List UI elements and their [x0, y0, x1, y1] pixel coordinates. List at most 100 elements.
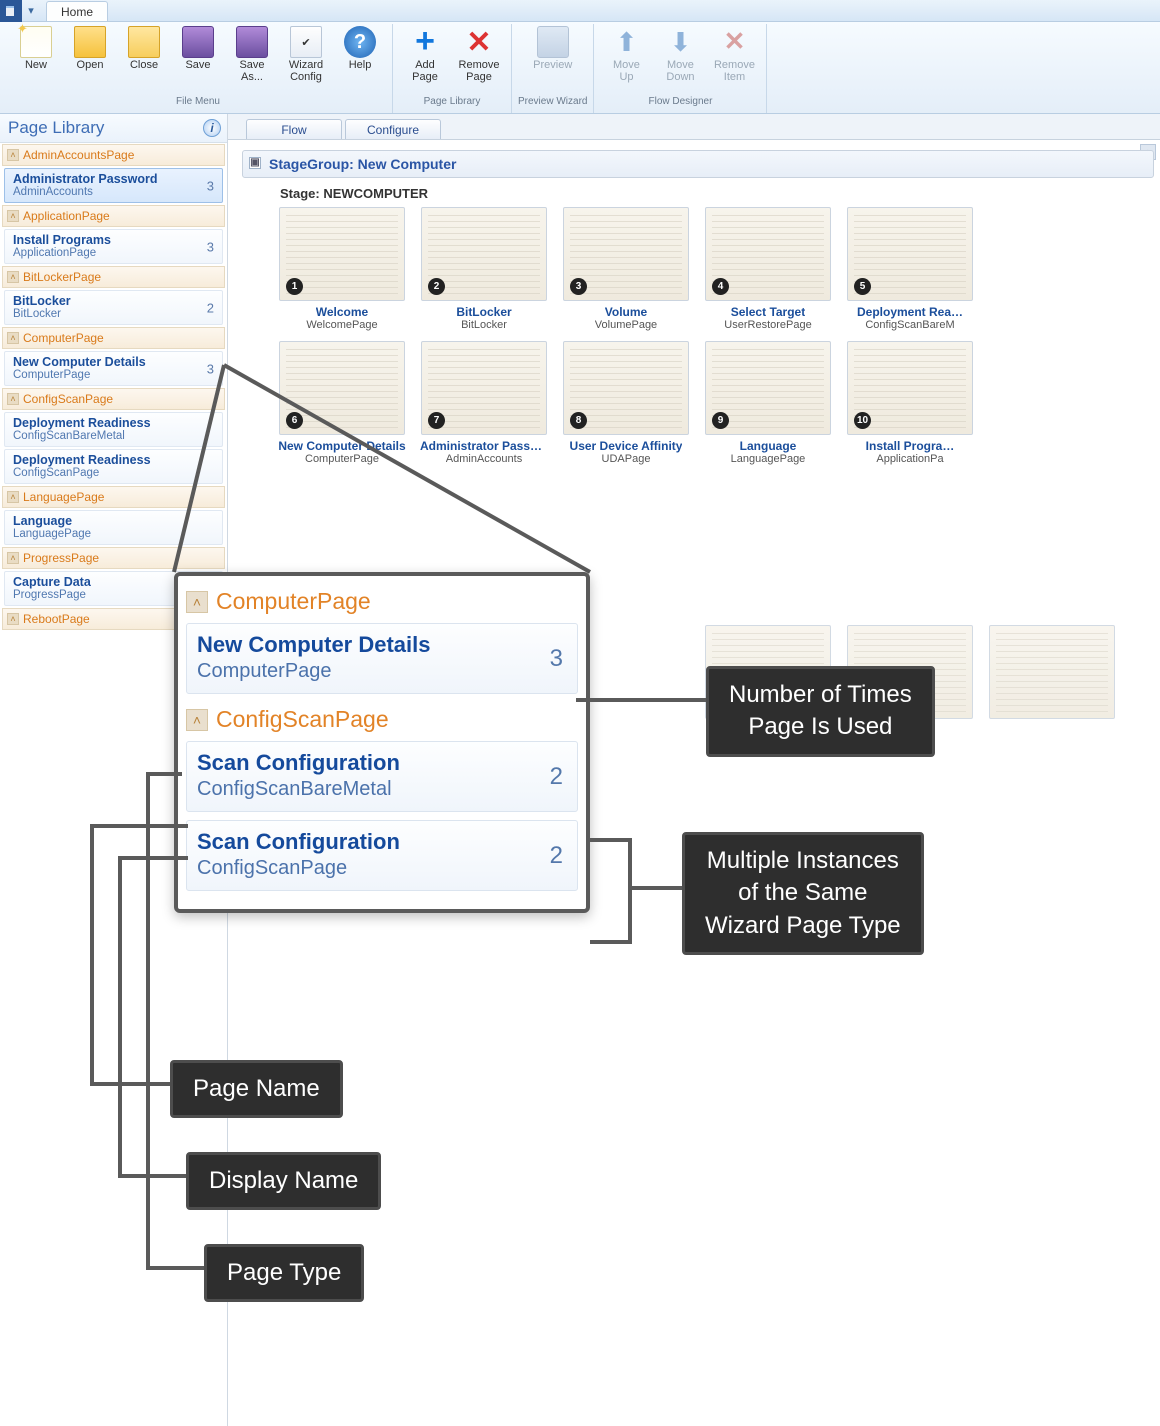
zoom-item-newcomputer[interactable]: New Computer Details ComputerPage 3: [186, 623, 578, 694]
ribbon-button-label: Help: [349, 60, 372, 72]
ribbon-group: +Add Page✕Remove PagePage Library: [393, 24, 512, 113]
sidebar-item-title: New Computer Details: [13, 355, 216, 369]
page-card[interactable]: 10Install Progra…ApplicationPa: [846, 341, 974, 465]
close-button[interactable]: Close: [118, 24, 170, 72]
move-up-button[interactable]: ⬆Move Up: [600, 24, 652, 83]
chevron-up-icon: ˄: [7, 271, 19, 283]
zoom-item-sub: ConfigScanPage: [197, 857, 567, 880]
page-card[interactable]: 6New Computer DetailsComputerPage: [278, 341, 406, 465]
page-number-badge: 3: [570, 278, 587, 295]
page-card[interactable]: 2BitLockerBitLocker: [420, 207, 548, 331]
zoom-item-sub: ComputerPage: [197, 660, 567, 683]
sidebar-group-header[interactable]: ˄AdminAccountsPage: [2, 144, 225, 166]
page-thumbnail[interactable]: 7: [421, 341, 547, 435]
sidebar-group-header[interactable]: ˄ ComputerPage: [2, 327, 225, 349]
page-number-badge: 5: [854, 278, 871, 295]
page-card-title: BitLocker: [456, 305, 511, 319]
sidebar-item[interactable]: New Computer DetailsComputerPage3: [4, 351, 223, 386]
help-button[interactable]: ?Help: [334, 24, 386, 72]
ribbon-group-label: File Menu: [176, 96, 220, 111]
page-card[interactable]: 3VolumeVolumePage: [562, 207, 690, 331]
page-card[interactable]: 4Select TargetUserRestorePage: [704, 207, 832, 331]
ribbon-button-label: Remove Item: [714, 60, 755, 83]
page-card-sub: ApplicationPa: [876, 453, 943, 465]
zoom-panel: ˄ ComputerPage New Computer Details Comp…: [174, 572, 590, 913]
page-card[interactable]: 7Administrator Passw…AdminAccounts: [420, 341, 548, 465]
stagegroup-header[interactable]: ▣ StageGroup: New Computer: [242, 150, 1154, 178]
page-thumbnail[interactable]: [989, 625, 1115, 719]
subtab-bar: Flow Configure: [228, 114, 1160, 140]
sidebar-group-label: ComputerPage: [23, 331, 104, 345]
quick-access-dropdown[interactable]: ▾: [22, 4, 40, 17]
page-card[interactable]: 1WelcomeWelcomePage: [278, 207, 406, 331]
sidebar-item-count: 3: [207, 239, 214, 254]
sidebar-group-label: ProgressPage: [23, 551, 99, 565]
sidebar-item[interactable]: Install ProgramsApplicationPage3: [4, 229, 223, 264]
new-button[interactable]: New: [10, 24, 62, 72]
add-page-button[interactable]: +Add Page: [399, 24, 451, 83]
chevron-up-icon: ˄: [7, 332, 19, 344]
sidebar-item-count: 3: [207, 178, 214, 193]
preview-button[interactable]: Preview: [527, 24, 579, 72]
ribbon: NewOpenCloseSaveSave As...✔Wizard Config…: [0, 22, 1160, 114]
thumb-row-1: 1WelcomeWelcomePage2BitLockerBitLocker3V…: [242, 207, 1160, 331]
ribbon-button-label: Move Down: [666, 60, 694, 83]
page-thumbnail[interactable]: 8: [563, 341, 689, 435]
sidebar-item[interactable]: Deployment ReadinessConfigScanPage: [4, 449, 223, 484]
page-card-title: New Computer Details: [278, 439, 405, 453]
page-thumbnail[interactable]: 10: [847, 341, 973, 435]
page-thumbnail[interactable]: 9: [705, 341, 831, 435]
tab-flow[interactable]: Flow: [246, 119, 342, 139]
stagegroup-label: StageGroup: New Computer: [269, 156, 456, 172]
sidebar-item[interactable]: LanguageLanguagePage: [4, 510, 223, 545]
sidebar-item-sub: BitLocker: [13, 308, 216, 320]
page-thumbnail[interactable]: 4: [705, 207, 831, 301]
page-card-title: Select Target: [731, 305, 805, 319]
tab-configure[interactable]: Configure: [345, 119, 441, 139]
page-card[interactable]: 9LanguageLanguagePage: [704, 341, 832, 465]
page-card-sub: UDAPage: [602, 453, 651, 465]
page-thumbnail[interactable]: 5: [847, 207, 973, 301]
zoom-item-sub: ConfigScanBareMetal: [197, 778, 567, 801]
sidebar-item-sub: ComputerPage: [13, 369, 216, 381]
page-thumbnail[interactable]: 2: [421, 207, 547, 301]
title-bar: ▾ Home: [0, 0, 1160, 22]
callout-page-name: Page Name: [170, 1060, 343, 1118]
page-number-badge: 1: [286, 278, 303, 295]
page-number-badge: 9: [712, 412, 729, 429]
sidebar-group-header[interactable]: ˄ProgressPage: [2, 547, 225, 569]
sidebar-group-label: BitLockerPage: [23, 270, 101, 284]
move-down-button[interactable]: ⬇Move Down: [654, 24, 706, 83]
zoom-item-scan2[interactable]: Scan Configuration ConfigScanPage 2: [186, 820, 578, 891]
page-card[interactable]: 8User Device AffinityUDAPage: [562, 341, 690, 465]
tab-home[interactable]: Home: [46, 1, 108, 21]
collapse-icon[interactable]: ▣: [249, 157, 261, 169]
page-thumbnail[interactable]: 1: [279, 207, 405, 301]
chevron-up-icon: ˄: [186, 709, 208, 731]
page-thumbnail[interactable]: 6: [279, 341, 405, 435]
page-number-badge: 10: [854, 412, 871, 429]
info-icon[interactable]: i: [203, 119, 221, 137]
wizard-config-button[interactable]: ✔Wizard Config: [280, 24, 332, 83]
zoom-item-scan1[interactable]: Scan Configuration ConfigScanBareMetal 2: [186, 741, 578, 812]
sidebar-item[interactable]: BitLockerBitLocker2: [4, 290, 223, 325]
page-card-sub: ConfigScanBareM: [865, 319, 954, 331]
open-button[interactable]: Open: [64, 24, 116, 72]
page-card-sub: LanguagePage: [731, 453, 806, 465]
page-number-badge: 7: [428, 412, 445, 429]
remove-item-button[interactable]: ✕Remove Item: [708, 24, 760, 83]
sidebar-item[interactable]: Administrator PasswordAdminAccounts3: [4, 168, 223, 203]
page-number-badge: 6: [286, 412, 303, 429]
sidebar-group-header[interactable]: ˄ BitLockerPage: [2, 266, 225, 288]
sidebar-group-header[interactable]: ˄ApplicationPage: [2, 205, 225, 227]
sidebar-group-header[interactable]: ˄ConfigScanPage: [2, 388, 225, 410]
page-thumbnail[interactable]: 3: [563, 207, 689, 301]
remove-page-button[interactable]: ✕Remove Page: [453, 24, 505, 83]
sidebar-item[interactable]: Deployment ReadinessConfigScanBareMetal: [4, 412, 223, 447]
page-card[interactable]: 5 Deployment Rea…ConfigScanBareM: [846, 207, 974, 331]
save-button[interactable]: Save: [172, 24, 224, 72]
app-menu-button[interactable]: [0, 0, 22, 22]
zoom-item-title: Scan Configuration: [197, 829, 567, 855]
page-card-title: Deployment Rea…: [857, 305, 963, 319]
save-as-button[interactable]: Save As...: [226, 24, 278, 83]
